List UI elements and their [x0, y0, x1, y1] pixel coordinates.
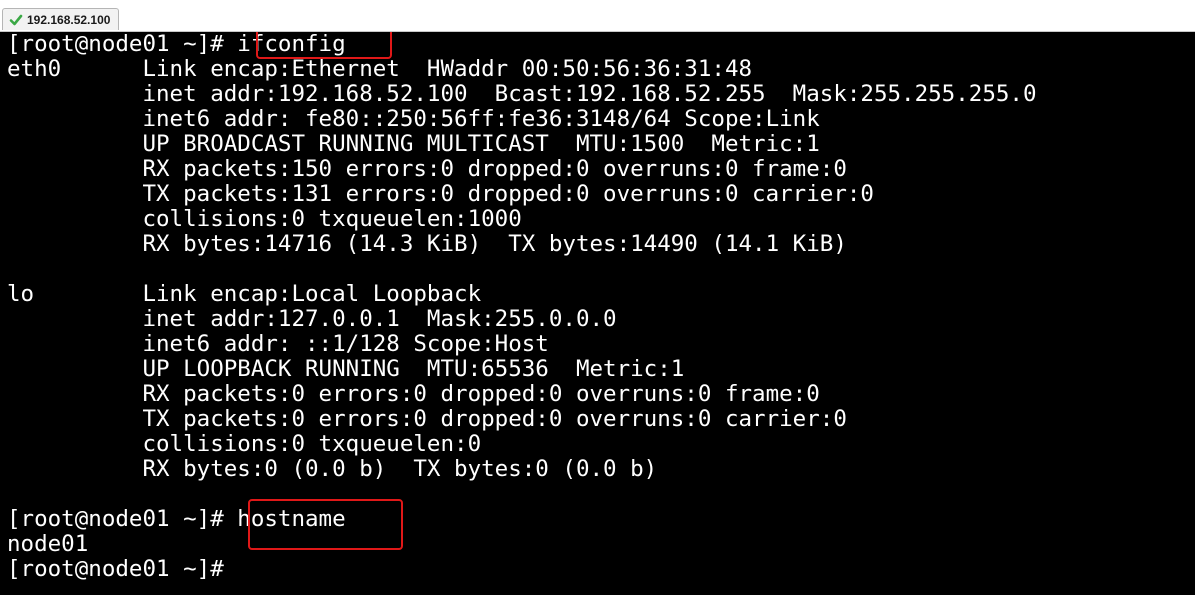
terminal-line: RX packets:150 errors:0 dropped:0 overru…	[7, 156, 847, 182]
terminal-line: inet addr:192.168.52.100 Bcast:192.168.5…	[7, 81, 1037, 107]
terminal-line: RX packets:0 errors:0 dropped:0 overruns…	[7, 381, 820, 407]
tab-bar: 192.168.52.100	[0, 0, 1195, 32]
terminal-line: inet6 addr: ::1/128 Scope:Host	[7, 331, 549, 357]
terminal-line: node01	[7, 531, 89, 557]
hostname-command-highlight	[248, 499, 403, 550]
terminal-line: TX packets:0 errors:0 dropped:0 overruns…	[7, 406, 847, 432]
session-tab-label: 192.168.52.100	[27, 12, 111, 27]
terminal-line: eth0 Link encap:Ethernet HWaddr 00:50:56…	[7, 56, 753, 82]
terminal-line: RX bytes:0 (0.0 b) TX bytes:0 (0.0 b)	[7, 456, 658, 482]
terminal-line: [root@node01 ~]#	[7, 556, 224, 582]
terminal-output[interactable]: [root@node01 ~]# ifconfig eth0 Link enca…	[0, 32, 1195, 595]
terminal-line: lo Link encap:Local Loopback	[7, 281, 482, 307]
terminal-line: TX packets:131 errors:0 dropped:0 overru…	[7, 181, 874, 207]
terminal-line: RX bytes:14716 (14.3 KiB) TX bytes:14490…	[7, 231, 847, 257]
terminal-line: collisions:0 txqueuelen:0	[7, 431, 482, 457]
ifconfig-command-highlight	[256, 32, 392, 59]
terminal-line: UP LOOPBACK RUNNING MTU:65536 Metric:1	[7, 356, 685, 382]
terminal-line: collisions:0 txqueuelen:1000	[7, 206, 522, 232]
checkmark-icon	[9, 14, 23, 25]
terminal-line: inet6 addr: fe80::250:56ff:fe36:3148/64 …	[7, 106, 820, 132]
terminal-line: inet addr:127.0.0.1 Mask:255.0.0.0	[7, 306, 617, 332]
session-tab[interactable]: 192.168.52.100	[2, 8, 120, 30]
terminal-line: UP BROADCAST RUNNING MULTICAST MTU:1500 …	[7, 131, 820, 157]
